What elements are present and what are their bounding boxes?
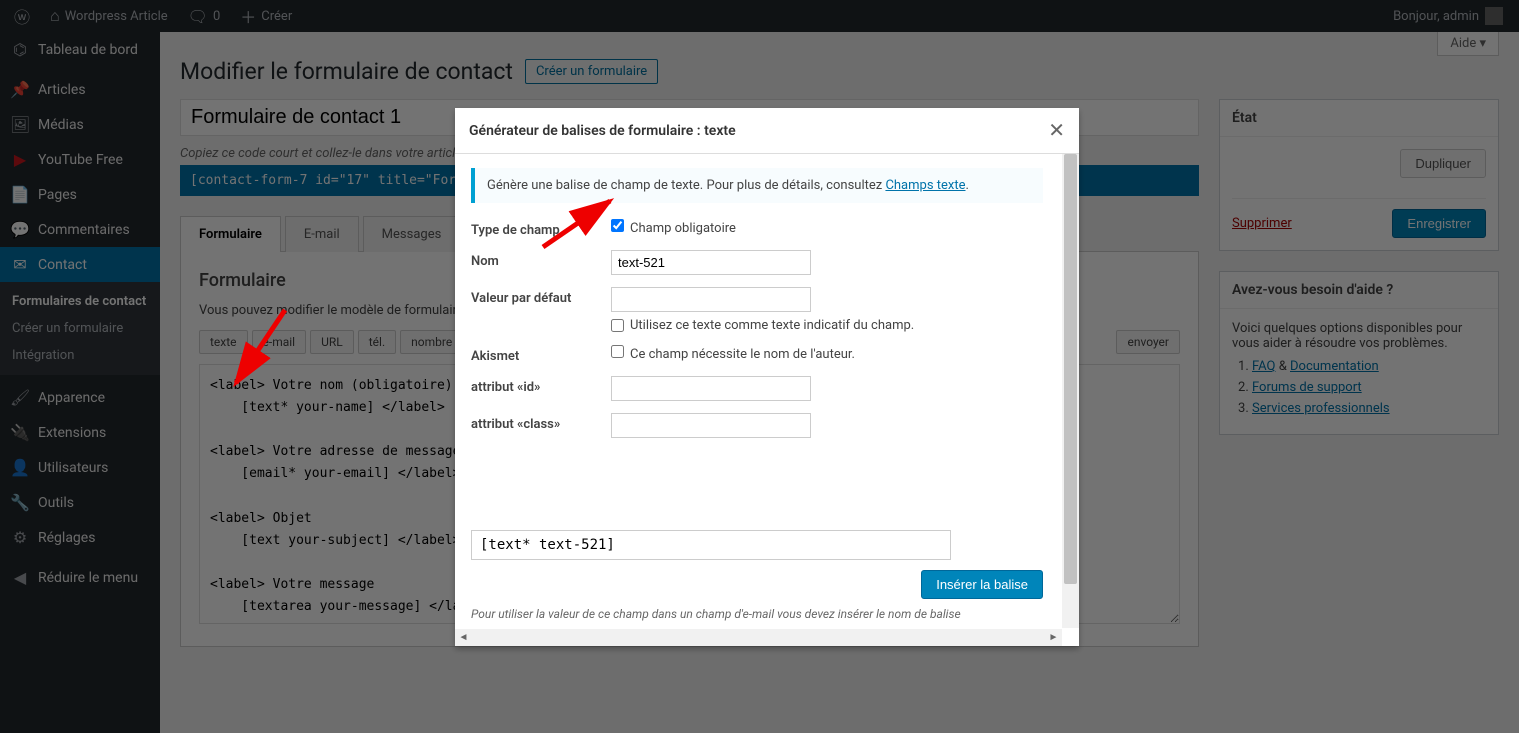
modal-footnote: Pour utiliser la valeur de ce champ dans… <box>471 607 1043 621</box>
name-input[interactable] <box>611 250 811 275</box>
modal-close-button[interactable]: ✕ <box>1048 118 1065 143</box>
tag-output[interactable] <box>471 530 951 560</box>
required-checkbox[interactable] <box>611 219 624 232</box>
label-akismet: Akismet <box>471 345 611 364</box>
tag-generator-modal: Générateur de balises de formulaire : te… <box>455 108 1079 646</box>
placeholder-label: Utilisez ce texte comme texte indicatif … <box>630 318 914 333</box>
id-attr-input[interactable] <box>611 376 811 401</box>
label-name: Nom <box>471 250 611 269</box>
label-class-attr: attribut «class» <box>471 413 611 432</box>
modal-vscrollbar[interactable] <box>1062 154 1079 628</box>
akismet-label: Ce champ nécessite le nom de l'auteur. <box>630 347 855 362</box>
info-banner: Génère une balise de champ de texte. Pou… <box>471 168 1043 203</box>
info-link[interactable]: Champs texte <box>885 178 965 193</box>
label-id-attr: attribut «id» <box>471 376 611 395</box>
modal-title: Générateur de balises de formulaire : te… <box>469 123 736 139</box>
label-default: Valeur par défaut <box>471 287 611 306</box>
akismet-checkbox[interactable] <box>611 345 624 358</box>
required-label: Champ obligatoire <box>630 221 736 236</box>
class-attr-input[interactable] <box>611 413 811 438</box>
label-field-type: Type de champ <box>471 219 611 238</box>
modal-hscrollbar[interactable]: ◄► <box>455 629 1062 646</box>
placeholder-checkbox[interactable] <box>611 319 624 332</box>
insert-tag-button[interactable]: Insérer la balise <box>921 570 1043 599</box>
default-input[interactable] <box>611 287 811 312</box>
